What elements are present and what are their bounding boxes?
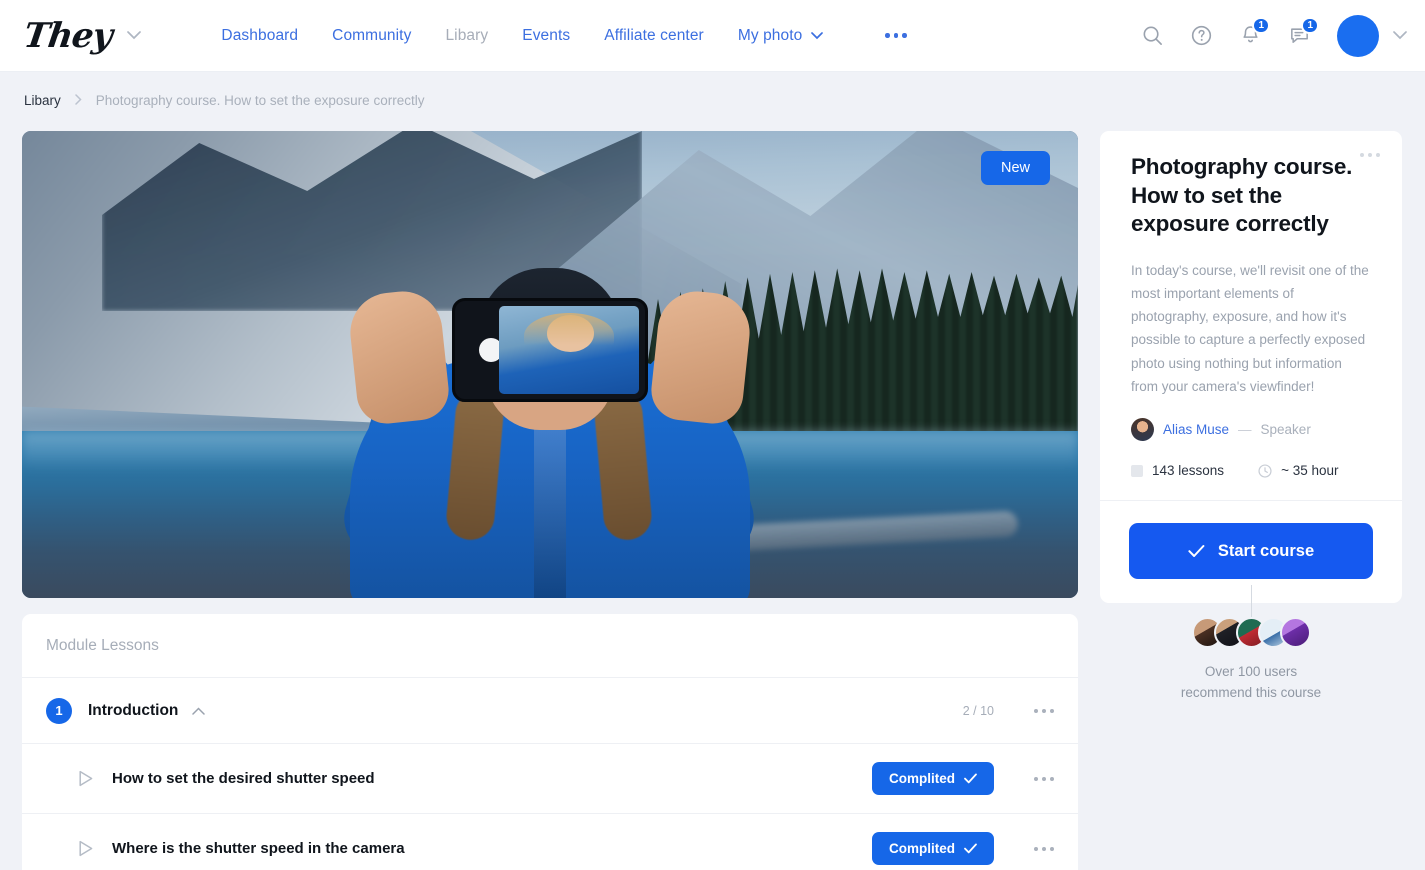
user-menu-chevron-down-icon[interactable] bbox=[1393, 27, 1407, 45]
lesson-status-badge[interactable]: Complited bbox=[872, 832, 994, 865]
chevron-down-icon bbox=[811, 31, 824, 39]
check-icon bbox=[964, 843, 977, 854]
recommend-line-2: recommend this course bbox=[1180, 684, 1322, 700]
course-menu-ellipsis-icon[interactable] bbox=[1360, 153, 1380, 157]
main-nav: Dashboard Community Libary Events Affili… bbox=[221, 27, 907, 45]
check-icon bbox=[964, 773, 977, 784]
notifications-bell-icon[interactable]: 1 bbox=[1239, 17, 1270, 47]
speaker-name[interactable]: Alias Muse bbox=[1163, 422, 1229, 437]
course-info-card: Photography course. How to set the expos… bbox=[1100, 131, 1402, 603]
lesson-title: Where is the shutter speed in the camera bbox=[112, 840, 405, 857]
module-lessons-panel: Module Lessons 1 Introduction 2 / 10 How… bbox=[22, 614, 1078, 870]
course-speaker: Alias Muse — Speaker bbox=[1131, 418, 1372, 441]
check-icon bbox=[1188, 545, 1205, 557]
course-info-body: Photography course. How to set the expos… bbox=[1100, 131, 1402, 500]
module-menu-ellipsis-icon[interactable] bbox=[1034, 708, 1054, 713]
recommend-section: Over 100 users recommend this course bbox=[1100, 617, 1402, 704]
lesson-status-label: Complited bbox=[889, 771, 955, 786]
messages-chat-icon[interactable]: 1 bbox=[1288, 17, 1319, 47]
new-badge[interactable]: New bbox=[980, 151, 1050, 185]
course-duration: ~ 35 hour bbox=[1281, 463, 1339, 478]
breadcrumb-current: Photography course. How to set the expos… bbox=[95, 93, 425, 108]
nav-item-dashboard[interactable]: Dashboard bbox=[221, 27, 298, 45]
question-circle-icon[interactable] bbox=[1190, 24, 1213, 47]
play-icon[interactable] bbox=[78, 840, 94, 857]
person-hand-left bbox=[346, 287, 452, 427]
brand-chevron-down-icon[interactable] bbox=[127, 27, 142, 45]
nav-item-my-photo[interactable]: My photo bbox=[738, 27, 824, 45]
breadcrumb-root[interactable]: Libary bbox=[24, 93, 61, 108]
brand-logo[interactable]: They bbox=[21, 15, 142, 56]
course-meta: 143 lessons ~ 35 hour bbox=[1131, 463, 1372, 478]
lesson-row[interactable]: How to set the desired shutter speed Com… bbox=[22, 744, 1078, 814]
messages-badge: 1 bbox=[1301, 17, 1319, 34]
brand-name: They bbox=[21, 15, 115, 56]
start-course-label: Start course bbox=[1217, 541, 1315, 560]
module-number-badge: 1 bbox=[46, 697, 72, 724]
start-course-button[interactable]: Start course bbox=[1129, 523, 1373, 579]
recommend-avatar-stack[interactable] bbox=[1191, 617, 1311, 648]
breadcrumb: Libary Photography course. How to set th… bbox=[24, 93, 424, 108]
lesson-title: How to set the desired shutter speed bbox=[112, 770, 375, 787]
course-title: Photography course. How to set the expos… bbox=[1131, 154, 1353, 237]
nav-item-community[interactable]: Community bbox=[332, 27, 411, 45]
book-icon bbox=[1131, 464, 1143, 477]
play-icon[interactable] bbox=[78, 770, 94, 787]
hero-person bbox=[335, 268, 765, 598]
course-lessons-count: 143 lessons bbox=[1152, 463, 1225, 478]
nav-overflow-ellipsis-icon[interactable] bbox=[885, 33, 907, 38]
lesson-menu-ellipsis-icon[interactable] bbox=[1034, 776, 1054, 781]
lesson-menu-ellipsis-icon[interactable] bbox=[1034, 846, 1054, 851]
recommend-text: Over 100 users recommend this course bbox=[1181, 662, 1321, 704]
module-title: Introduction bbox=[88, 701, 179, 719]
person-hand-right bbox=[648, 287, 754, 427]
notifications-badge: 1 bbox=[1252, 17, 1270, 34]
module-lessons-header: Module Lessons bbox=[22, 614, 1078, 678]
module-chevron-up-icon[interactable] bbox=[192, 706, 206, 715]
module-row[interactable]: 1 Introduction 2 / 10 bbox=[22, 678, 1078, 744]
nav-item-my-photo-label: My photo bbox=[737, 26, 803, 44]
breadcrumb-chevron-right-icon bbox=[75, 93, 82, 108]
speaker-role: Speaker bbox=[1260, 422, 1311, 437]
speaker-dash: — bbox=[1238, 422, 1252, 437]
person-phone bbox=[452, 298, 648, 402]
nav-item-libary[interactable]: Libary bbox=[445, 27, 488, 45]
recommend-connector-line bbox=[1251, 585, 1252, 617]
phone-screen bbox=[499, 306, 639, 394]
toolbar-actions: 1 1 bbox=[1141, 14, 1407, 57]
lesson-row[interactable]: Where is the shutter speed in the camera… bbox=[22, 814, 1078, 870]
course-description: In today's course, we'll revisit one of … bbox=[1131, 262, 1369, 394]
clock-icon bbox=[1258, 463, 1272, 478]
recommend-line-1: Over 100 users bbox=[1204, 664, 1298, 679]
nav-item-affiliate-center[interactable]: Affiliate center bbox=[604, 27, 704, 45]
user-avatar[interactable] bbox=[1337, 14, 1379, 57]
app-root: They Dashboard Community Libary Events A… bbox=[0, 0, 1425, 870]
lesson-status-label: Complited bbox=[889, 841, 955, 856]
module-progress: 2 / 10 bbox=[962, 703, 994, 718]
top-navigation-bar: They Dashboard Community Libary Events A… bbox=[0, 0, 1425, 72]
speaker-avatar bbox=[1131, 418, 1154, 441]
search-icon[interactable] bbox=[1141, 24, 1164, 47]
nav-item-events[interactable]: Events bbox=[522, 27, 570, 45]
lesson-status-badge[interactable]: Complited bbox=[872, 762, 994, 795]
recommend-avatar bbox=[1279, 617, 1311, 648]
course-hero-image[interactable]: New bbox=[22, 131, 1078, 598]
